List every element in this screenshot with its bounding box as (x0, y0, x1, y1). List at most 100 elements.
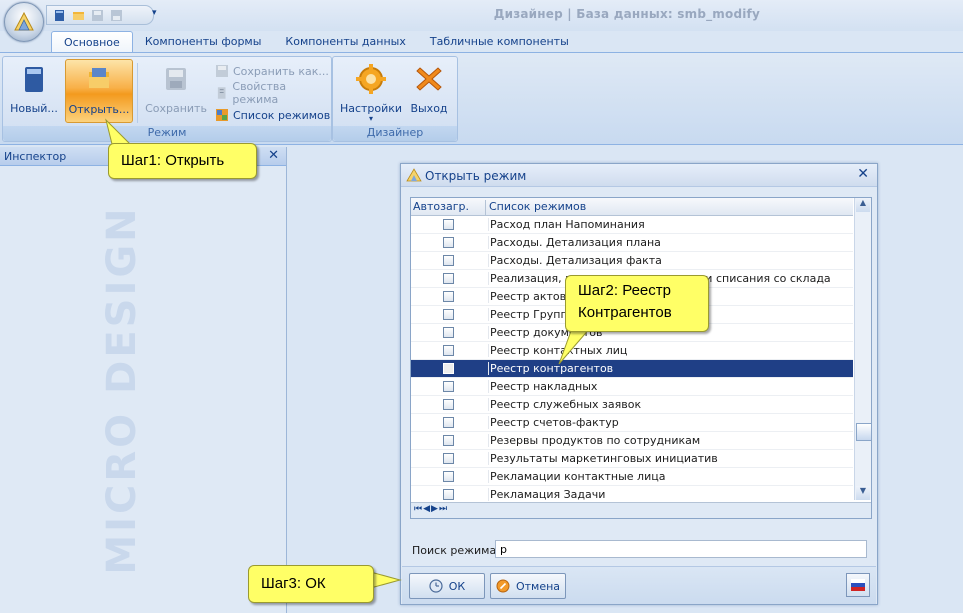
list-item[interactable]: Результаты маркетинговых инициатив (411, 450, 853, 468)
save-icon (166, 68, 186, 90)
new-file-icon[interactable] (53, 9, 66, 22)
mode-name: Реестр служебных заявок (488, 398, 642, 411)
callout-step2: Шаг2: Реестр Контрагентов (565, 275, 709, 332)
autoload-checkbox[interactable] (443, 471, 454, 482)
search-input[interactable] (495, 540, 867, 558)
quick-access-dropdown-icon[interactable]: ▾ (152, 8, 157, 18)
autoload-checkbox[interactable] (443, 291, 454, 302)
mode-name: Расходы. Детализация факта (488, 254, 662, 267)
application-button[interactable] (4, 2, 44, 42)
callout-step2-line2: Контрагентов (578, 304, 672, 321)
new-button[interactable]: Новый... (9, 59, 59, 121)
ribbon-tabs: Основное Компоненты формы Компоненты дан… (51, 31, 581, 54)
cancel-button[interactable]: Отмена (490, 573, 566, 599)
save-all-icon[interactable] (110, 9, 123, 22)
inspector-close-icon[interactable]: ✕ (268, 148, 279, 163)
list-item[interactable]: Реестр служебных заявок (411, 396, 853, 414)
ribbon-group-designer: Настройки ▾ Выход Дизайнер (332, 56, 458, 142)
save-button[interactable]: Сохранить (145, 59, 207, 121)
mode-properties-button[interactable]: Свойства режима (215, 80, 331, 106)
exit-button[interactable]: Выход (407, 59, 451, 121)
grid-rows: Расход план Напоминания Расходы. Детализа… (411, 216, 853, 512)
list-item[interactable]: Реестр накладных (411, 378, 853, 396)
autoload-checkbox[interactable] (443, 417, 454, 428)
autoload-checkbox[interactable] (443, 309, 454, 320)
settings-button[interactable]: Настройки ▾ (339, 59, 403, 123)
mode-name: Реестр накладных (488, 380, 598, 393)
inspector-panel: Инспектор ✕ MICRO DESIGN (0, 147, 287, 613)
list-item[interactable]: Расход план Напоминания (411, 216, 853, 234)
mode-name: Результаты маркетинговых инициатив (488, 452, 718, 465)
scroll-down-icon[interactable]: ▼ (856, 486, 870, 500)
group-label-designer: Дизайнер (333, 126, 457, 141)
save-disk-icon[interactable] (91, 9, 104, 22)
mode-name: Расход план Напоминания (488, 218, 645, 231)
list-item[interactable]: Рекламации контактные лица (411, 468, 853, 486)
open-button[interactable]: Открыть... (65, 59, 133, 123)
autoload-checkbox[interactable] (443, 399, 454, 410)
mode-name: Рекламации контактные лица (488, 470, 666, 483)
settings-gear-icon (356, 64, 386, 94)
autoload-checkbox[interactable] (443, 327, 454, 338)
list-item[interactable]: Реестр счетов-фактур (411, 414, 853, 432)
window-title: Дизайнер | База данных: smb_modify (493, 7, 760, 21)
new-document-icon (25, 67, 43, 92)
open-mode-dialog: Открыть режим ✕ Автозагр. Список режимов… (400, 163, 878, 605)
mode-name: Резервы продуктов по сотрудникам (488, 434, 701, 447)
language-flag-button[interactable] (846, 573, 870, 597)
mode-list-icon (216, 109, 228, 121)
autoload-checkbox[interactable] (443, 435, 454, 446)
column-header-autoload[interactable]: Автозагр. (413, 200, 486, 215)
mode-name: Расходы. Детализация плана (488, 236, 661, 249)
autoload-checkbox[interactable] (443, 345, 454, 356)
open-folder-icon[interactable] (72, 9, 85, 22)
autoload-checkbox[interactable] (443, 273, 454, 284)
tab-main[interactable]: Основное (51, 31, 133, 54)
list-item[interactable]: Реестр контрагентов (411, 360, 853, 378)
dialog-footer: ОК Отмена (402, 566, 876, 604)
list-item[interactable]: Реестр контактных лиц (411, 342, 853, 360)
autoload-checkbox[interactable] (443, 453, 454, 464)
russian-flag-icon (851, 579, 865, 591)
title-bar: ▾ Дизайнер | База данных: smb_modify (0, 0, 963, 31)
autoload-checkbox[interactable] (443, 219, 454, 230)
list-item[interactable]: Резервы продуктов по сотрудникам (411, 432, 853, 450)
mode-name: Рекламация Задачи (488, 488, 606, 501)
settings-dropdown-icon: ▾ (368, 114, 373, 123)
app-logo-icon (14, 11, 34, 31)
properties-icon (217, 87, 226, 99)
dialog-logo-icon (406, 168, 422, 182)
ok-clock-icon (429, 579, 443, 593)
scroll-thumb[interactable] (856, 423, 872, 441)
mode-list-button[interactable]: Список режимов (215, 106, 330, 124)
inspector-body: MICRO DESIGN (2, 167, 284, 611)
tab-form-components[interactable]: Компоненты формы (133, 31, 274, 53)
autoload-checkbox[interactable] (443, 255, 454, 266)
callout-step2-line1: Шаг2: Реестр (578, 282, 671, 299)
autoload-checkbox[interactable] (443, 381, 454, 392)
modes-grid: Автозагр. Список режимов Расход план Нап… (410, 197, 872, 519)
dialog-title-bar: Открыть режим ✕ (401, 164, 877, 187)
autoload-checkbox[interactable] (443, 237, 454, 248)
ok-button[interactable]: ОК (409, 573, 485, 599)
mode-name: Реестр актов (488, 290, 567, 303)
group-label-mode: Режим (3, 126, 331, 141)
autoload-checkbox[interactable] (443, 489, 454, 500)
pager-nav-icons[interactable]: ⏮◀▶⏭ (414, 504, 448, 514)
quick-access-toolbar (46, 5, 154, 25)
callout-step3: Шаг3: ОК (248, 565, 374, 603)
inspector-title: Инспектор (4, 150, 67, 163)
autoload-checkbox[interactable] (443, 363, 454, 374)
grid-vertical-scrollbar[interactable]: ▲ ▼ (854, 198, 872, 500)
scroll-up-icon[interactable]: ▲ (856, 198, 870, 212)
search-label: Поиск режима (412, 544, 497, 557)
column-header-mode-list[interactable]: Список режимов (489, 200, 586, 213)
dialog-title: Открыть режим (425, 169, 527, 183)
list-item[interactable]: Расходы. Детализация плана (411, 234, 853, 252)
tab-data-components[interactable]: Компоненты данных (273, 31, 417, 53)
dialog-close-icon[interactable]: ✕ (857, 166, 869, 182)
list-item[interactable]: Расходы. Детализация факта (411, 252, 853, 270)
save-as-button[interactable]: Сохранить как... (215, 62, 329, 80)
grid-pager[interactable]: ⏮◀▶⏭ (411, 502, 871, 518)
tab-table-components[interactable]: Табличные компоненты (418, 31, 581, 53)
